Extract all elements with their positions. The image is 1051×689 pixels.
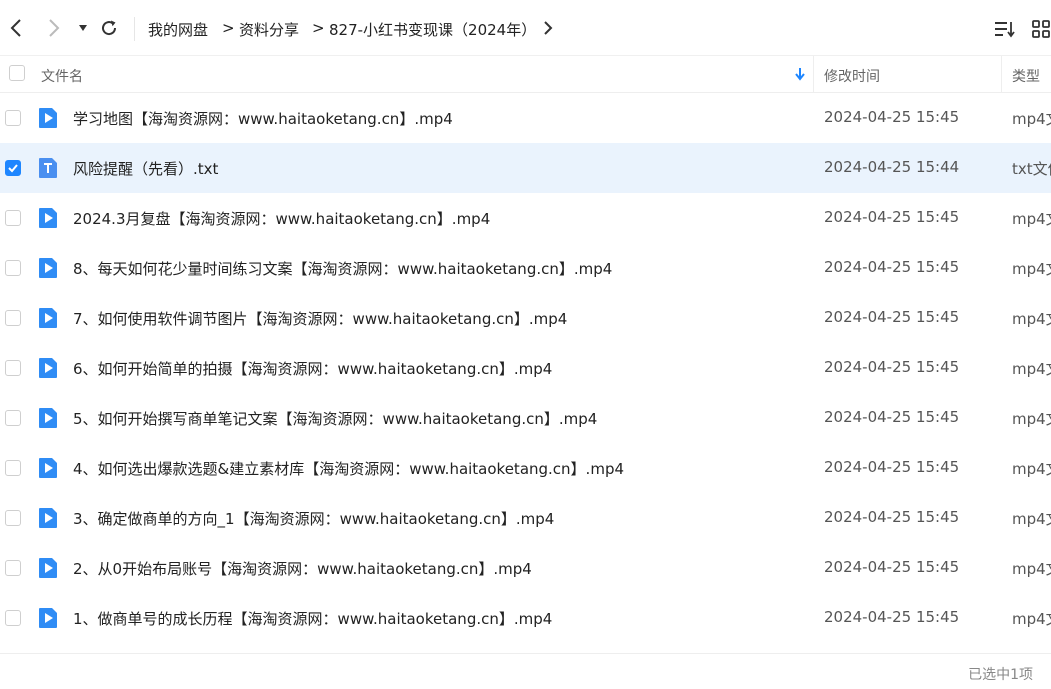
text-file-icon xyxy=(37,157,59,179)
toolbar: 我的网盘 > 资料分享 > 827-小红书变现课（2024年） xyxy=(0,0,1051,56)
breadcrumb-item-root[interactable]: 我的网盘 xyxy=(148,19,208,40)
file-modified-date: 2024-04-25 15:45 xyxy=(824,408,960,426)
video-file-icon xyxy=(37,257,59,279)
refresh-icon xyxy=(102,20,117,36)
history-dropdown-button[interactable] xyxy=(71,16,95,40)
forward-button[interactable] xyxy=(42,16,66,40)
sort-button[interactable] xyxy=(993,17,1017,41)
row-checkbox[interactable] xyxy=(5,110,21,126)
row-checkbox[interactable] xyxy=(5,410,21,426)
file-modified-date: 2024-04-25 15:45 xyxy=(824,458,960,476)
file-modified-date: 2024-04-25 15:45 xyxy=(824,558,960,576)
video-file-icon xyxy=(37,107,59,129)
file-type: mp4文 xyxy=(1012,410,1051,428)
video-file-icon xyxy=(37,557,59,579)
file-name[interactable]: 2024.3月复盘【海淘资源网：www.haitaoketang.cn】.mp4 xyxy=(73,208,490,229)
column-divider[interactable] xyxy=(813,56,814,93)
file-name[interactable]: 学习地图【海淘资源网：www.haitaoketang.cn】.mp4 xyxy=(73,108,453,129)
file-name[interactable]: 风险提醒（先看）.txt xyxy=(73,158,218,179)
video-file-icon xyxy=(37,607,59,629)
file-type: txt文件 xyxy=(1012,160,1051,178)
breadcrumb-expand-button[interactable] xyxy=(536,16,560,40)
back-button[interactable] xyxy=(4,16,28,40)
column-header-name[interactable]: 文件名 xyxy=(41,66,83,86)
table-row[interactable]: 2、从0开始布局账号【海淘资源网：www.haitaoketang.cn】.mp… xyxy=(0,543,1051,593)
row-checkbox[interactable] xyxy=(5,310,21,326)
video-file-icon xyxy=(37,507,59,529)
file-table-header: 文件名 修改时间 类型 xyxy=(0,56,1051,93)
video-file-icon xyxy=(37,457,59,479)
selection-status: 已选中1项 xyxy=(968,667,1033,683)
footer-divider xyxy=(0,653,1051,654)
table-row[interactable]: 8、每天如何花少量时间练习文案【海淘资源网：www.haitaoketang.c… xyxy=(0,243,1051,293)
grid-view-button[interactable] xyxy=(1029,17,1051,41)
breadcrumb-separator: > xyxy=(222,19,235,37)
file-modified-date: 2024-04-25 15:44 xyxy=(824,158,960,176)
table-row[interactable]: 学习地图【海淘资源网：www.haitaoketang.cn】.mp4 2024-… xyxy=(0,93,1051,143)
file-name[interactable]: 3、确定做商单的方向_1【海淘资源网：www.haitaoketang.cn】.… xyxy=(73,508,554,529)
file-modified-date: 2024-04-25 15:45 xyxy=(824,608,960,626)
file-type: mp4文 xyxy=(1012,260,1051,278)
table-row[interactable]: 5、如何开始撰写商单笔记文案【海淘资源网：www.haitaoketang.cn… xyxy=(0,393,1051,443)
table-row[interactable]: 风险提醒（先看）.txt 2024-04-25 15:44 txt文件 xyxy=(0,143,1051,193)
row-checkbox[interactable] xyxy=(5,510,21,526)
file-name[interactable]: 8、每天如何花少量时间练习文案【海淘资源网：www.haitaoketang.c… xyxy=(73,258,612,279)
video-file-icon xyxy=(37,307,59,329)
file-modified-date: 2024-04-25 15:45 xyxy=(824,308,960,326)
chevron-right-icon xyxy=(49,19,60,37)
file-type: mp4文 xyxy=(1012,460,1051,478)
table-row[interactable]: 4、如何选出爆款选题&建立素材库【海淘资源网：www.haitaoketang.… xyxy=(0,443,1051,493)
row-checkbox[interactable] xyxy=(5,210,21,226)
sort-descending-icon[interactable] xyxy=(794,67,806,81)
row-checkbox[interactable] xyxy=(5,560,21,576)
column-header-modified[interactable]: 修改时间 xyxy=(824,66,880,86)
file-type: mp4文 xyxy=(1012,510,1051,528)
row-checkbox[interactable] xyxy=(5,610,21,626)
file-name[interactable]: 5、如何开始撰写商单笔记文案【海淘资源网：www.haitaoketang.cn… xyxy=(73,408,597,429)
file-type: mp4文 xyxy=(1012,210,1051,228)
file-modified-date: 2024-04-25 15:45 xyxy=(824,108,960,126)
video-file-icon xyxy=(37,357,59,379)
checkmark-icon xyxy=(8,164,18,173)
chevron-left-icon xyxy=(10,19,21,37)
file-modified-date: 2024-04-25 15:45 xyxy=(824,258,960,276)
refresh-button[interactable] xyxy=(97,16,121,40)
file-modified-date: 2024-04-25 15:45 xyxy=(824,358,960,376)
file-name[interactable]: 7、如何使用软件调节图片【海淘资源网：www.haitaoketang.cn】.… xyxy=(73,308,567,329)
column-header-type[interactable]: 类型 xyxy=(1012,66,1040,86)
table-row[interactable]: 2024.3月复盘【海淘资源网：www.haitaoketang.cn】.mp4… xyxy=(0,193,1051,243)
caret-down-icon xyxy=(79,25,87,31)
grid-view-icon xyxy=(1032,20,1050,38)
file-name[interactable]: 4、如何选出爆款选题&建立素材库【海淘资源网：www.haitaoketang.… xyxy=(73,458,624,479)
sort-list-icon xyxy=(995,22,1015,38)
row-checkbox[interactable] xyxy=(5,360,21,376)
select-all-checkbox[interactable] xyxy=(9,65,25,81)
file-name[interactable]: 1、做商单号的成长历程【海淘资源网：www.haitaoketang.cn】.m… xyxy=(73,608,552,629)
table-row[interactable]: 6、如何开始简单的拍摄【海淘资源网：www.haitaoketang.cn】.m… xyxy=(0,343,1051,393)
file-type: mp4文 xyxy=(1012,310,1051,328)
file-type: mp4文 xyxy=(1012,110,1051,128)
row-checkbox[interactable] xyxy=(5,260,21,276)
file-name[interactable]: 6、如何开始简单的拍摄【海淘资源网：www.haitaoketang.cn】.m… xyxy=(73,358,552,379)
video-file-icon xyxy=(37,207,59,229)
breadcrumb-separator: > xyxy=(312,19,325,37)
file-modified-date: 2024-04-25 15:45 xyxy=(824,208,960,226)
toolbar-divider xyxy=(134,17,135,41)
file-type: mp4文 xyxy=(1012,610,1051,628)
file-name[interactable]: 2、从0开始布局账号【海淘资源网：www.haitaoketang.cn】.mp… xyxy=(73,558,532,579)
breadcrumb-item-share[interactable]: 资料分享 xyxy=(239,19,299,40)
table-row[interactable]: 3、确定做商单的方向_1【海淘资源网：www.haitaoketang.cn】.… xyxy=(0,493,1051,543)
row-checkbox[interactable] xyxy=(5,460,21,476)
row-checkbox[interactable] xyxy=(5,160,21,176)
table-row[interactable]: 1、做商单号的成长历程【海淘资源网：www.haitaoketang.cn】.m… xyxy=(0,593,1051,643)
chevron-right-icon xyxy=(544,21,553,35)
breadcrumb-item-current[interactable]: 827-小红书变现课（2024年） xyxy=(329,19,536,40)
table-row[interactable]: 7、如何使用软件调节图片【海淘资源网：www.haitaoketang.cn】.… xyxy=(0,293,1051,343)
file-type: mp4文 xyxy=(1012,560,1051,578)
video-file-icon xyxy=(37,407,59,429)
file-type: mp4文 xyxy=(1012,360,1051,378)
file-modified-date: 2024-04-25 15:45 xyxy=(824,508,960,526)
column-divider[interactable] xyxy=(1001,56,1002,93)
